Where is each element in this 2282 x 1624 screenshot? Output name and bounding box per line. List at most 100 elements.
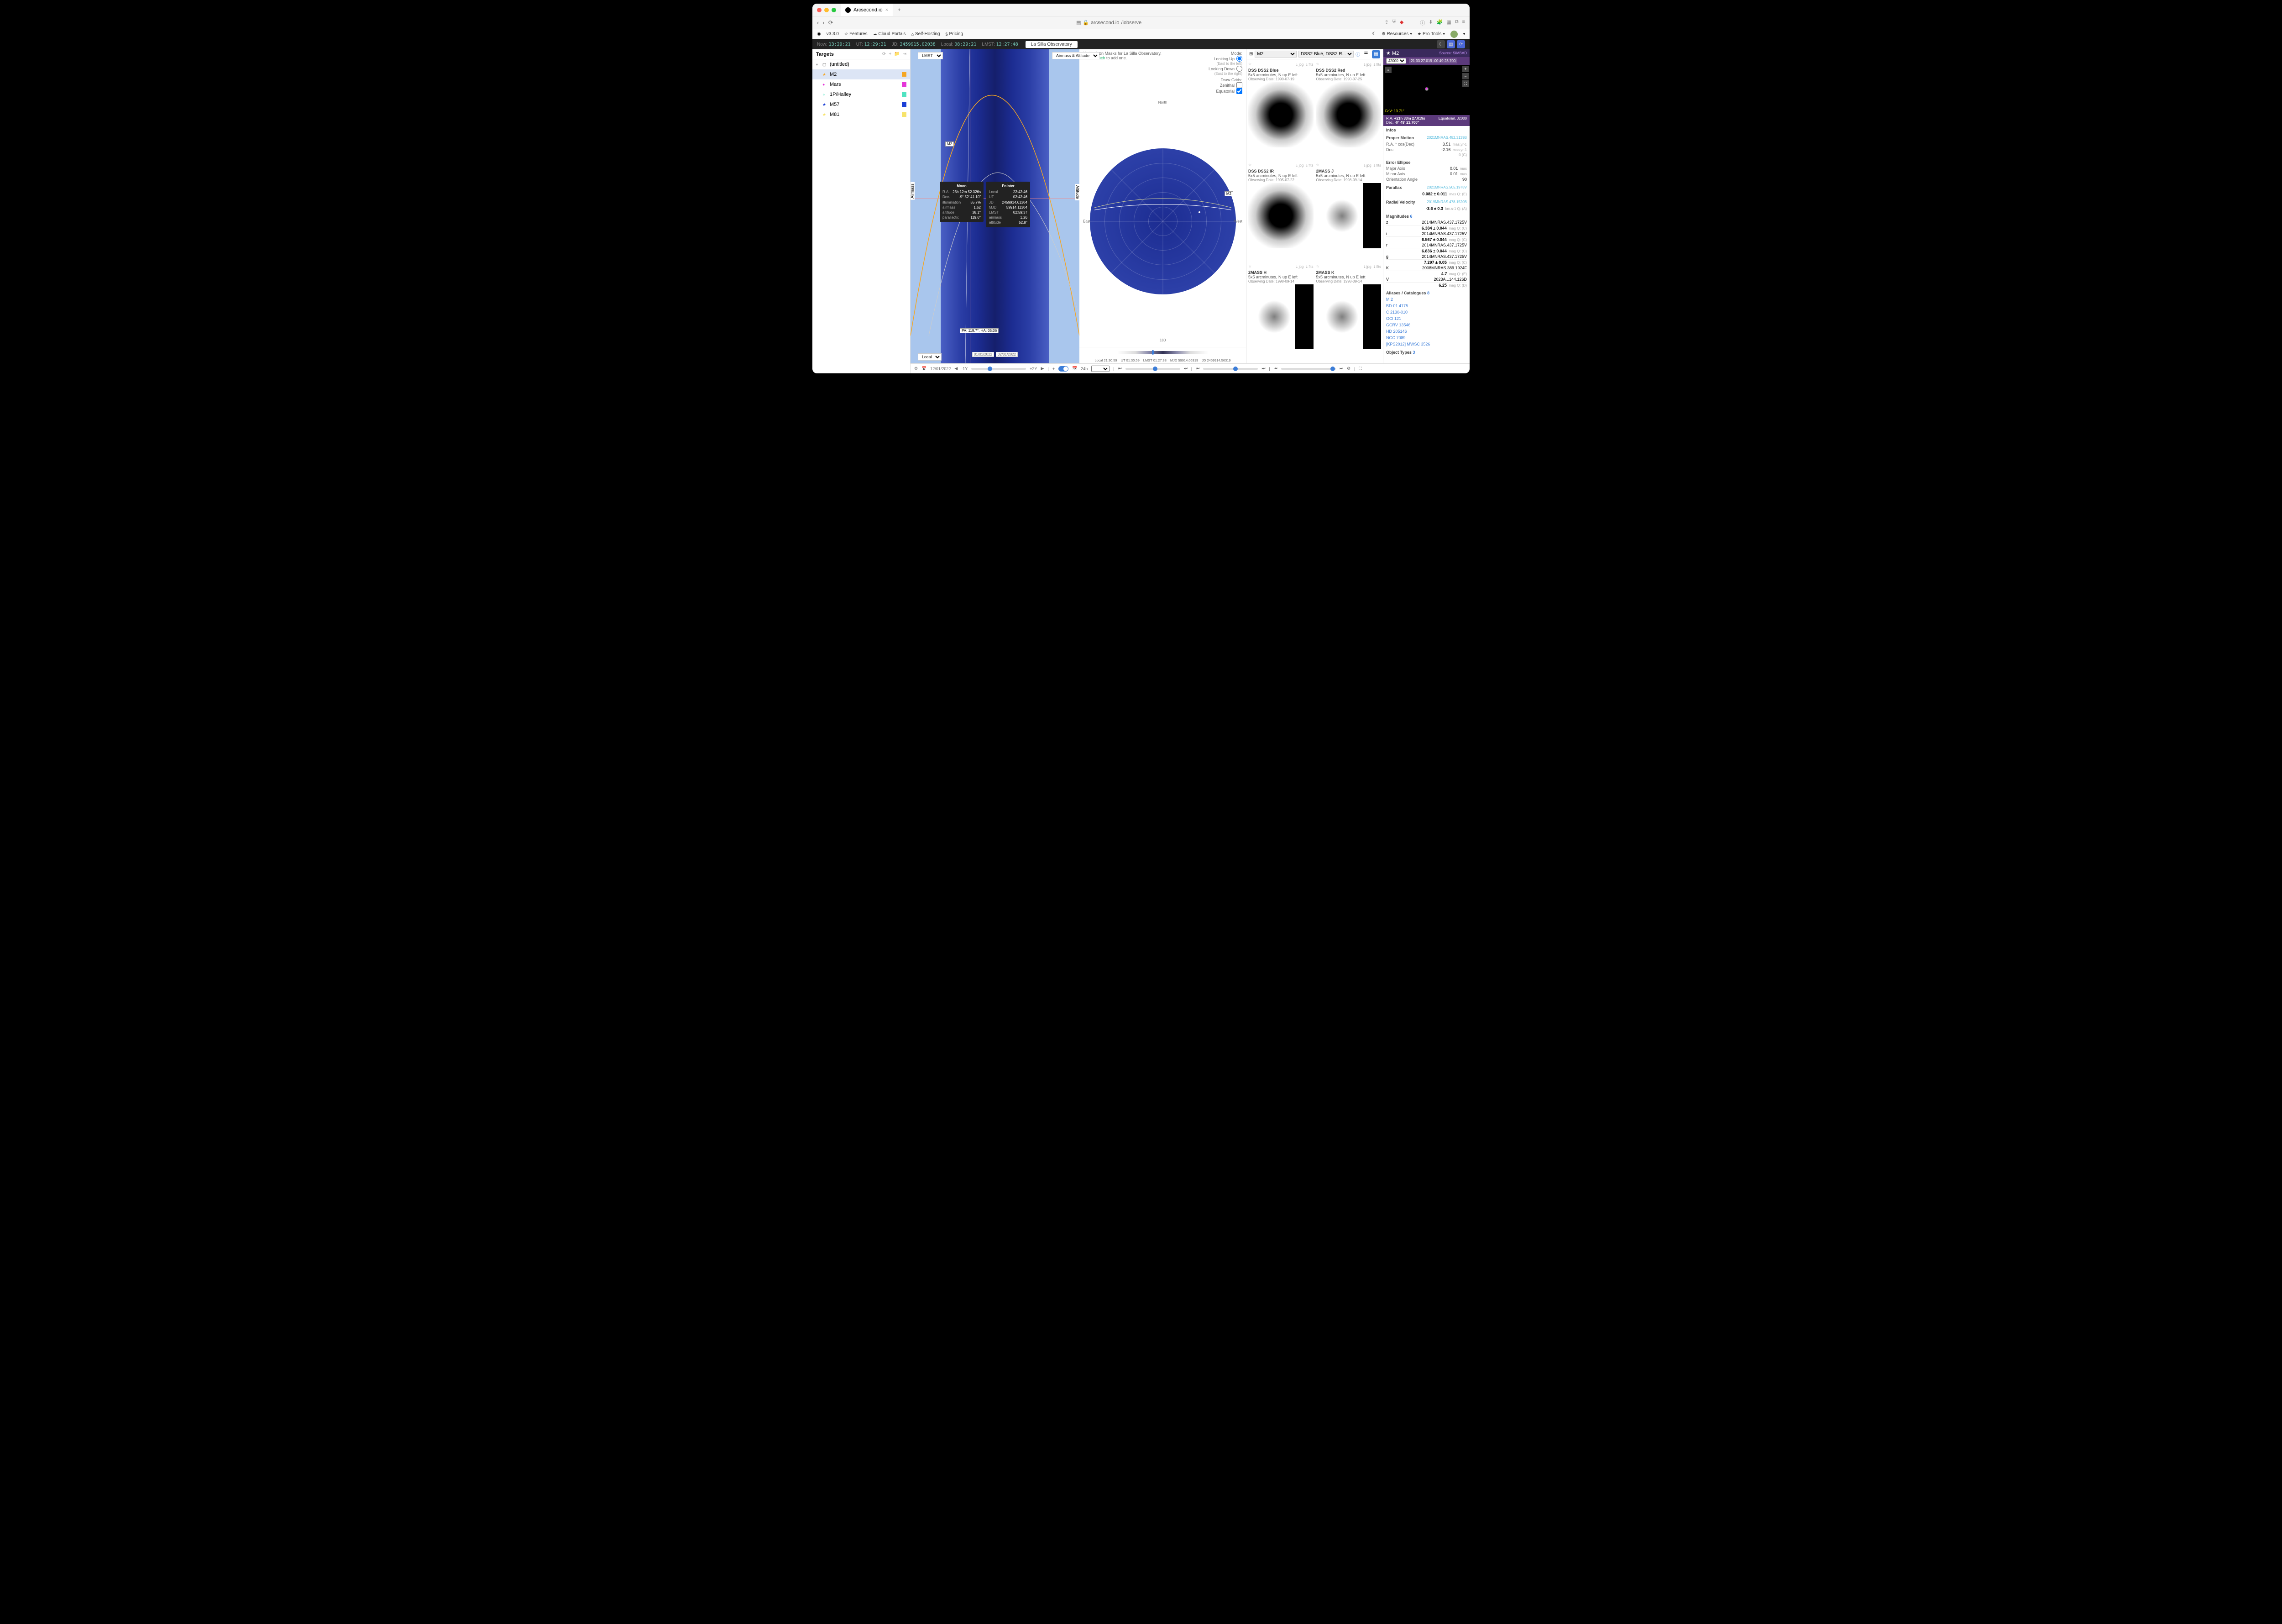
toggle-1[interactable] (1058, 366, 1068, 372)
coord-system-select[interactable]: J2000 (1386, 58, 1406, 64)
chevron-down-icon[interactable]: ▾ (816, 63, 820, 67)
app-logo-icon[interactable]: ◉ (817, 31, 821, 37)
minimize-window-icon[interactable] (824, 8, 829, 12)
close-tab-icon[interactable]: × (885, 7, 888, 13)
survey-thumbnail[interactable] (1316, 183, 1382, 248)
altitude-chart[interactable]: LMST Local Airmass Altitude M2 PA: 119.7… (911, 49, 1079, 363)
sidebar-item-1phalley[interactable]: ◑1P/Halley (812, 89, 910, 100)
nav-pricing[interactable]: $Pricing (945, 31, 963, 37)
next-icon[interactable]: ▶ (1041, 366, 1044, 371)
star-icon[interactable]: ☆ (1316, 62, 1319, 67)
star-icon[interactable]: ☆ (1316, 163, 1319, 168)
date-display[interactable]: 12/01/2022 (930, 367, 951, 371)
alias-link[interactable]: GCRV 13546 (1386, 322, 1467, 328)
download-icon[interactable]: ⤓ (1296, 265, 1298, 269)
alias-link[interactable]: HD 205146 (1386, 328, 1467, 335)
puzzle-icon[interactable]: 🧩 (1437, 19, 1443, 26)
grid-icon[interactable]: ▦ (1446, 19, 1451, 26)
alias-link[interactable]: [KPS2012] MWSC 3526 (1386, 341, 1467, 347)
looking-down-radio[interactable] (1236, 66, 1242, 72)
folder-untitled[interactable]: ▾ ▢ (untitled) (812, 59, 910, 69)
alias-link[interactable]: NGC 7089 (1386, 335, 1467, 341)
maximize-window-icon[interactable] (832, 8, 836, 12)
download-icon[interactable]: ⤓ (1296, 163, 1298, 168)
download-icon[interactable]: ⬇ (1429, 19, 1433, 26)
observatory-name[interactable]: La Silla Observatory (1026, 41, 1078, 48)
top-time-axis-select[interactable]: LMST (918, 52, 943, 59)
scrubber-track[interactable] (1117, 351, 1209, 354)
folder-icon[interactable]: 📁 (894, 52, 900, 57)
zoom-in-button[interactable]: + (1462, 66, 1469, 72)
sky-hemisphere[interactable]: North 180 East West M2 (1079, 96, 1246, 347)
settings-icon[interactable]: ⚙ (914, 366, 918, 371)
nav-self-hosting[interactable]: ⌂Self-Hosting (911, 31, 940, 37)
expand-icon[interactable]: ⛶ (1359, 366, 1361, 371)
nav-cloud-portals[interactable]: ☁Cloud Portals (873, 31, 906, 37)
reload-button[interactable]: ⟳ (828, 19, 833, 26)
download-icon[interactable]: ⤓ (1364, 265, 1366, 269)
extension-icon[interactable]: ◆ (1400, 19, 1403, 26)
plus-icon[interactable]: + (1052, 367, 1055, 371)
survey-select[interactable]: DSS2 Blue, DSS2 R... (1298, 51, 1354, 58)
back-button[interactable]: ‹ (817, 19, 819, 26)
reader-icon[interactable]: ▤ (1076, 20, 1081, 26)
nav-resources[interactable]: ⚙Resources▾ (1382, 31, 1412, 37)
prev-icon[interactable]: ◀ (954, 366, 958, 371)
image-card[interactable]: ☆ ⤓ jpg ⤓ fits 2MASS J 5x5 arcminutes, N… (1316, 162, 1382, 260)
alias-link[interactable]: BD-01 4175 (1386, 303, 1467, 309)
url-field[interactable]: ▤ 🔒 arcsecond.io/iobserve (837, 20, 1381, 26)
slider-3[interactable] (1203, 368, 1258, 370)
star-icon[interactable]: ☆ (1248, 264, 1251, 269)
sidebar-item-m81[interactable]: ★M81 (812, 110, 910, 120)
info-icon[interactable]: ⓘ (1356, 51, 1360, 58)
forward-button[interactable]: › (822, 19, 824, 26)
star-icon[interactable]: ☆ (1316, 264, 1319, 269)
close-window-icon[interactable] (817, 8, 822, 12)
refresh-icon[interactable]: ⟳ (882, 52, 886, 57)
nav-features[interactable]: ☆Features (844, 31, 868, 37)
sky-preview[interactable]: ≡ + + − ⛶ FoV: 13.71″ (1383, 65, 1470, 115)
alias-link[interactable]: GCl 121 (1386, 315, 1467, 322)
star-icon[interactable]: ☆ (1248, 62, 1251, 67)
zenithal-checkbox[interactable] (1236, 82, 1242, 88)
share-icon[interactable]: ⇪ (1384, 19, 1388, 26)
duration-select[interactable] (1091, 366, 1110, 372)
fullscreen-button[interactable]: ⛶ (1462, 80, 1469, 87)
layers-icon[interactable]: ≡ (1385, 67, 1392, 73)
scrubber-handle[interactable] (1152, 350, 1154, 355)
image-card[interactable]: ☆ ⤓ jpg ⤓ fits DSS DSS2 Blue 5x5 arcminu… (1248, 61, 1314, 159)
browser-tab[interactable]: Arcsecond.io × (841, 4, 893, 16)
slider-4[interactable] (1281, 368, 1336, 370)
calendar-icon[interactable]: 📅 (921, 366, 926, 371)
year-slider[interactable] (971, 368, 1026, 370)
add-icon[interactable]: + (889, 52, 891, 57)
zoom-out-button[interactable]: − (1462, 73, 1469, 79)
nav-pro-tools[interactable]: ★Pro Tools▾ (1418, 31, 1445, 37)
avatar[interactable] (1450, 31, 1458, 38)
shield-icon[interactable]: ⛨ (1392, 19, 1396, 26)
survey-thumbnail[interactable] (1316, 82, 1382, 147)
skip-back-icon[interactable]: ⏮ (1118, 366, 1122, 371)
survey-thumbnail[interactable] (1316, 284, 1382, 350)
download-icon[interactable]: ⤓ (1364, 163, 1366, 168)
download-icon[interactable]: ⤓ (1296, 63, 1298, 67)
grid-view-button[interactable]: ▦ (1372, 50, 1380, 58)
new-tab-button[interactable]: + (893, 7, 905, 13)
alias-link[interactable]: C 2130-010 (1386, 309, 1467, 315)
import-icon[interactable]: ⇥ (903, 52, 906, 57)
toolbar-button-1[interactable]: ☾ (1437, 40, 1445, 48)
image-card[interactable]: ☆ ⤓ jpg ⤓ fits DSS DSS2 IR 5x5 arcminute… (1248, 162, 1314, 260)
survey-thumbnail[interactable] (1248, 82, 1314, 147)
toolbar-button-2[interactable]: ▦ (1447, 40, 1455, 48)
image-card[interactable]: ☆ ⤓ jpg ⤓ fits 2MASS K 5x5 arcminutes, N… (1316, 263, 1382, 361)
info-icon[interactable]: ⓘ (1420, 19, 1425, 26)
target-select[interactable]: M2 (1255, 51, 1297, 58)
download-icon[interactable]: ⤓ (1364, 63, 1366, 67)
image-card[interactable]: ☆ ⤓ jpg ⤓ fits 2MASS H 5x5 arcminutes, N… (1248, 263, 1314, 361)
sidebar-item-mars[interactable]: ●Mars (812, 79, 910, 89)
list-view-button[interactable]: ☰ (1362, 50, 1370, 58)
alias-link[interactable]: M 2 (1386, 296, 1467, 303)
toolbar-button-3[interactable]: ⟳ (1457, 40, 1465, 48)
looking-up-radio[interactable] (1236, 56, 1242, 62)
menu-icon[interactable]: ≡ (1462, 19, 1465, 26)
